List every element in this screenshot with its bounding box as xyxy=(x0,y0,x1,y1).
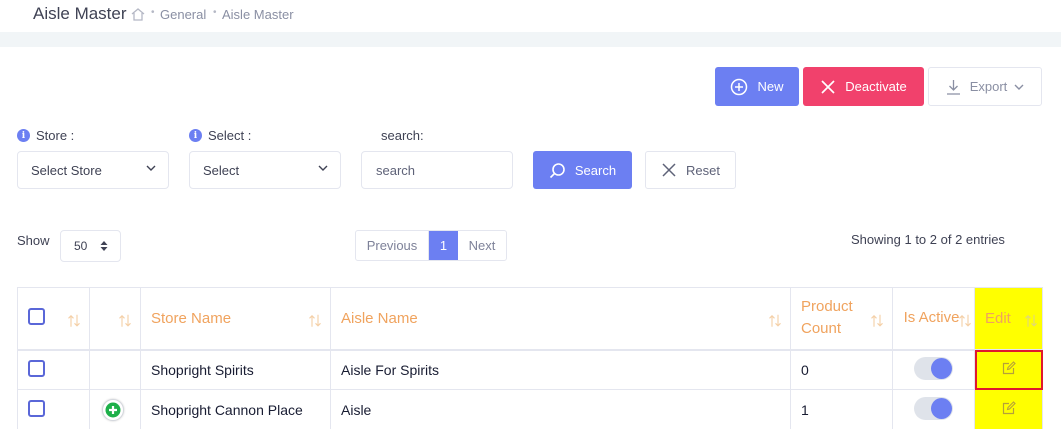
chevron-down-icon xyxy=(1014,84,1024,90)
page-size-select[interactable]: 50 xyxy=(60,230,121,262)
active-toggle[interactable] xyxy=(914,356,953,380)
sort-icon[interactable] xyxy=(118,314,132,328)
page-title: Aisle Master xyxy=(33,4,127,23)
edit-icon[interactable] xyxy=(1002,361,1016,375)
next-page-button[interactable]: Next xyxy=(458,231,506,260)
store-select-value: Select Store xyxy=(31,162,102,178)
entries-info: Showing 1 to 2 of 2 entries xyxy=(851,232,1005,247)
select-label-text: Select : xyxy=(208,128,252,143)
breadcrumb-general[interactable]: General xyxy=(160,7,206,22)
select-all-checkbox[interactable] xyxy=(28,307,45,325)
active-toggle[interactable] xyxy=(914,396,953,420)
edit-cell xyxy=(974,389,1043,429)
select-filter-label: i Select : xyxy=(189,128,251,143)
show-entries-label: Show xyxy=(17,233,50,248)
aisle-name-cell: Aisle xyxy=(330,389,791,429)
store-label-text: Store : xyxy=(36,128,75,143)
search-label-text: search: xyxy=(381,128,424,143)
store-select[interactable]: Select Store xyxy=(17,151,169,189)
is-active-cell xyxy=(892,389,975,429)
plus-circle-icon xyxy=(731,78,748,95)
product-count-cell: 1 xyxy=(790,389,893,429)
row-expand-cell xyxy=(89,349,141,390)
export-button-label: Export xyxy=(969,79,1008,94)
table-row: Shopright Spirits Aisle For Spirits 0 xyxy=(17,349,1043,390)
header-divider-strip xyxy=(0,32,1061,47)
new-button[interactable]: New xyxy=(715,67,799,106)
table-header-row: Store Name Aisle Name Product Count Is A… xyxy=(17,287,1043,351)
aisle-table: Store Name Aisle Name Product Count Is A… xyxy=(17,287,1043,429)
toggle-knob xyxy=(931,357,952,379)
export-button[interactable]: Export xyxy=(928,67,1042,106)
search-label: search: xyxy=(381,128,424,143)
page-1-button[interactable]: 1 xyxy=(429,231,458,260)
toggle-knob xyxy=(931,397,952,419)
pagination: Previous 1 Next xyxy=(355,230,507,261)
sort-icon[interactable] xyxy=(958,314,972,328)
deactivate-button-label: Deactivate xyxy=(845,79,907,94)
close-icon xyxy=(821,79,835,94)
close-icon xyxy=(662,163,676,177)
reset-button-label: Reset xyxy=(686,162,720,178)
sort-icon[interactable] xyxy=(67,314,81,328)
sort-icon[interactable] xyxy=(768,314,782,328)
product-count-header[interactable]: Product Count xyxy=(790,287,893,351)
deactivate-button[interactable]: Deactivate xyxy=(803,67,924,106)
row-checkbox[interactable] xyxy=(28,399,45,417)
row-expand-cell xyxy=(89,389,141,429)
plus-circle-icon xyxy=(105,402,121,417)
breadcrumb-aisle-master: Aisle Master xyxy=(222,7,294,22)
type-select[interactable]: Select xyxy=(189,151,341,189)
product-count-header-label: Product Count xyxy=(801,298,853,338)
row-select-cell xyxy=(17,389,90,429)
search-button-label: Search xyxy=(574,162,617,178)
page-header: Aisle Master • General • Aisle Master xyxy=(0,0,1061,32)
aisle-name-header[interactable]: Aisle Name xyxy=(330,287,791,351)
reset-button[interactable]: Reset xyxy=(645,151,736,189)
store-name-cell: Shopright Cannon Place xyxy=(140,389,331,429)
aisle-name-cell: Aisle For Spirits xyxy=(330,349,791,390)
row-select-cell xyxy=(17,349,90,390)
sort-icon[interactable] xyxy=(1024,314,1038,328)
store-name-header-label: Store Name xyxy=(151,309,232,327)
search-input[interactable] xyxy=(361,151,513,189)
edit-icon[interactable] xyxy=(1002,401,1016,415)
is-active-header[interactable]: Is Active xyxy=(892,287,975,351)
chevron-down-icon xyxy=(318,165,328,171)
search-button[interactable]: Search xyxy=(533,151,632,189)
expand-row-button[interactable] xyxy=(102,398,124,421)
edit-cell xyxy=(974,349,1043,390)
is-active-header-label: Is Active xyxy=(903,309,960,327)
store-filter-label: i Store : xyxy=(17,128,74,143)
table-row: Shopright Cannon Place Aisle 1 xyxy=(17,389,1043,429)
edit-header: Edit xyxy=(974,287,1043,351)
product-count-cell: 0 xyxy=(790,349,893,390)
info-icon: i xyxy=(17,129,30,142)
chevron-down-icon xyxy=(146,165,156,171)
previous-page-button[interactable]: Previous xyxy=(356,231,429,260)
new-button-label: New xyxy=(757,79,784,94)
store-name-cell: Shopright Spirits xyxy=(140,349,331,390)
breadcrumb-separator: • xyxy=(151,7,155,18)
expand-header xyxy=(89,287,141,351)
edit-header-label: Edit xyxy=(985,309,1011,327)
is-active-cell xyxy=(892,349,975,390)
sort-icon[interactable] xyxy=(870,314,884,328)
aisle-name-header-label: Aisle Name xyxy=(341,309,418,327)
row-checkbox[interactable] xyxy=(28,359,45,377)
info-icon: i xyxy=(189,129,202,142)
type-select-value: Select xyxy=(203,162,240,178)
store-name-header[interactable]: Store Name xyxy=(140,287,331,351)
page-size-value: 50 xyxy=(74,239,88,253)
home-icon[interactable] xyxy=(130,7,146,21)
download-icon xyxy=(946,79,960,95)
sort-icon[interactable] xyxy=(308,314,322,328)
breadcrumb-separator: • xyxy=(213,7,217,18)
sort-updown-icon xyxy=(100,241,108,251)
select-all-header xyxy=(17,287,90,351)
search-icon xyxy=(549,162,565,178)
